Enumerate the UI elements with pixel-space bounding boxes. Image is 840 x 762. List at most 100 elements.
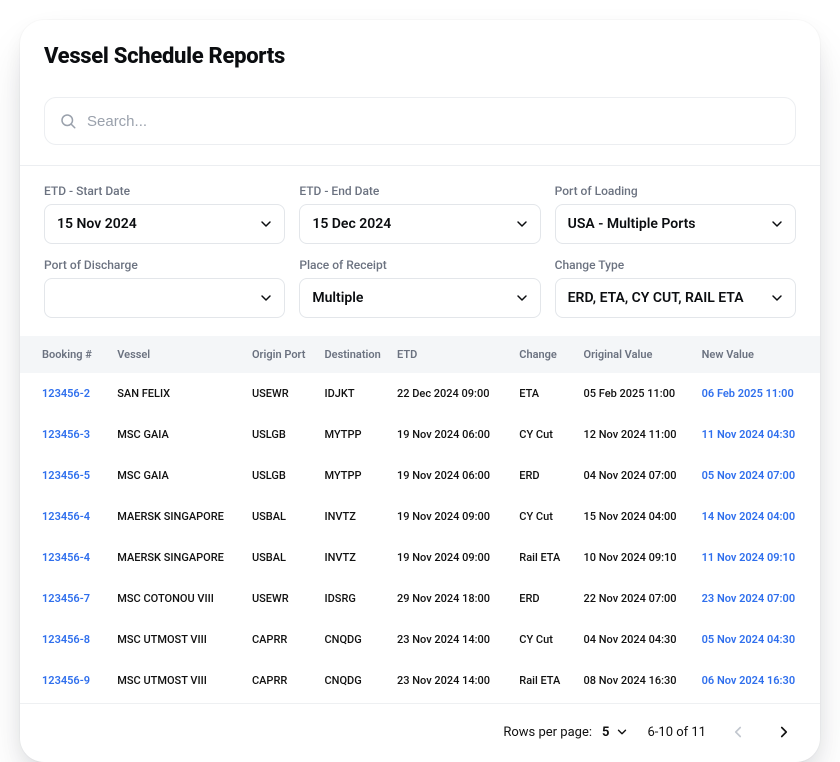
filter-port-loading: Port of Loading USA - Multiple Ports xyxy=(555,184,796,244)
cell-origin: CAPRR xyxy=(248,619,321,660)
etd-start-select[interactable]: 15 Nov 2024 xyxy=(44,204,285,244)
col-new[interactable]: New Value xyxy=(698,336,820,373)
cell-new-value: 05 Nov 2024 07:00 xyxy=(698,455,820,496)
filter-etd-start: ETD - Start Date 15 Nov 2024 xyxy=(44,184,285,244)
booking-link[interactable]: 123456-9 xyxy=(20,660,113,701)
cell-vessel: MSC COTONOU VIII xyxy=(113,578,248,619)
select-value: 15 Dec 2024 xyxy=(312,216,391,232)
col-booking[interactable]: Booking # xyxy=(20,336,113,373)
cell-destination: INVTZ xyxy=(320,537,393,578)
pagination-range: 6-10 of 11 xyxy=(647,725,706,740)
cell-change: ERD xyxy=(515,578,579,619)
col-origin[interactable]: Origin Port xyxy=(248,336,321,373)
cell-origin: USEWR xyxy=(248,373,321,414)
cell-original: 04 Nov 2024 04:30 xyxy=(580,619,698,660)
cell-original: 08 Nov 2024 16:30 xyxy=(580,660,698,701)
cell-vessel: MSC GAIA xyxy=(113,414,248,455)
filters-grid: ETD - Start Date 15 Nov 2024 ETD - End D… xyxy=(44,184,796,318)
cell-original: 12 Nov 2024 11:00 xyxy=(580,414,698,455)
filter-label: ETD - Start Date xyxy=(44,184,285,198)
table-row: 123456-7MSC COTONOU VIIIUSEWRIDSRG29 Nov… xyxy=(20,578,820,619)
rows-per-page-value: 5 xyxy=(602,725,609,740)
cell-new-value: 14 Nov 2024 04:00 xyxy=(698,496,820,537)
cell-vessel: SAN FELIX xyxy=(113,373,248,414)
report-card: Vessel Schedule Reports ETD - Start Date… xyxy=(20,20,820,762)
table-footer: Rows per page: 5 6-10 of 11 xyxy=(20,703,820,746)
cell-origin: USEWR xyxy=(248,578,321,619)
cell-change: ETA xyxy=(515,373,579,414)
cell-origin: USLGB xyxy=(248,414,321,455)
cell-vessel: MSC UTMOST VIII xyxy=(113,619,248,660)
change-type-select[interactable]: ERD, ETA, CY CUT, RAIL ETA xyxy=(555,278,796,318)
cell-original: 10 Nov 2024 09:10 xyxy=(580,537,698,578)
rows-per-page-select[interactable]: 5 xyxy=(602,725,629,740)
booking-link[interactable]: 123456-4 xyxy=(20,496,113,537)
cell-etd: 23 Nov 2024 14:00 xyxy=(393,660,515,701)
cell-original: 05 Feb 2025 11:00 xyxy=(580,373,698,414)
booking-link[interactable]: 123456-2 xyxy=(20,373,113,414)
col-change[interactable]: Change xyxy=(515,336,579,373)
filter-label: Port of Discharge xyxy=(44,258,285,272)
cell-vessel: MSC UTMOST VIII xyxy=(113,660,248,701)
booking-link[interactable]: 123456-8 xyxy=(20,619,113,660)
cell-destination: MYTPP xyxy=(320,414,393,455)
search-input[interactable] xyxy=(87,113,781,130)
table-row: 123456-2SAN FELIXUSEWRIDJKT22 Dec 2024 0… xyxy=(20,373,820,414)
filter-label: Port of Loading xyxy=(555,184,796,198)
table-row: 123456-8MSC UTMOST VIIICAPRRCNQDG23 Nov … xyxy=(20,619,820,660)
booking-link[interactable]: 123456-3 xyxy=(20,414,113,455)
booking-link[interactable]: 123456-4 xyxy=(20,537,113,578)
etd-end-select[interactable]: 15 Dec 2024 xyxy=(299,204,540,244)
booking-link[interactable]: 123456-7 xyxy=(20,578,113,619)
page-title: Vessel Schedule Reports xyxy=(44,44,796,69)
cell-new-value: 05 Nov 2024 04:30 xyxy=(698,619,820,660)
cell-vessel: MSC GAIA xyxy=(113,455,248,496)
col-original[interactable]: Original Value xyxy=(580,336,698,373)
search-icon xyxy=(59,112,77,130)
cell-destination: CNQDG xyxy=(320,619,393,660)
cell-etd: 19 Nov 2024 06:00 xyxy=(393,414,515,455)
divider xyxy=(20,165,820,166)
cell-original: 15 Nov 2024 04:00 xyxy=(580,496,698,537)
cell-destination: INVTZ xyxy=(320,496,393,537)
cell-destination: MYTPP xyxy=(320,455,393,496)
port-loading-select[interactable]: USA - Multiple Ports xyxy=(555,204,796,244)
cell-etd: 19 Nov 2024 09:00 xyxy=(393,537,515,578)
cell-change: Rail ETA xyxy=(515,537,579,578)
cell-vessel: MAERSK SINGAPORE xyxy=(113,537,248,578)
chevron-down-icon xyxy=(615,725,629,739)
cell-new-value: 11 Nov 2024 04:30 xyxy=(698,414,820,455)
chevron-down-icon xyxy=(258,216,274,232)
select-value: USA - Multiple Ports xyxy=(568,216,696,232)
filter-label: ETD - End Date xyxy=(299,184,540,198)
select-value: Multiple xyxy=(312,290,363,306)
rows-per-page-label: Rows per page: xyxy=(503,725,592,740)
cell-destination: CNQDG xyxy=(320,660,393,701)
select-value: 15 Nov 2024 xyxy=(57,216,137,232)
prev-page-button[interactable] xyxy=(724,718,752,746)
cell-origin: USBAL xyxy=(248,496,321,537)
filter-label: Change Type xyxy=(555,258,796,272)
col-vessel[interactable]: Vessel xyxy=(113,336,248,373)
table-header-row: Booking # Vessel Origin Port Destination… xyxy=(20,336,820,373)
chevron-right-icon xyxy=(775,723,793,741)
table-row: 123456-4MAERSK SINGAPOREUSBALINVTZ19 Nov… xyxy=(20,537,820,578)
table-row: 123456-3MSC GAIAUSLGBMYTPP19 Nov 2024 06… xyxy=(20,414,820,455)
cell-change: CY Cut xyxy=(515,619,579,660)
next-page-button[interactable] xyxy=(770,718,798,746)
search-bar[interactable] xyxy=(44,97,796,145)
cell-destination: IDJKT xyxy=(320,373,393,414)
col-destination[interactable]: Destination xyxy=(320,336,393,373)
cell-origin: USLGB xyxy=(248,455,321,496)
table-row: 123456-4MAERSK SINGAPOREUSBALINVTZ19 Nov… xyxy=(20,496,820,537)
chevron-down-icon xyxy=(769,290,785,306)
booking-link[interactable]: 123456-5 xyxy=(20,455,113,496)
cell-original: 04 Nov 2024 07:00 xyxy=(580,455,698,496)
cell-new-value: 06 Feb 2025 11:00 xyxy=(698,373,820,414)
place-receipt-select[interactable]: Multiple xyxy=(299,278,540,318)
table-row: 123456-5MSC GAIAUSLGBMYTPP19 Nov 2024 06… xyxy=(20,455,820,496)
col-etd[interactable]: ETD xyxy=(393,336,515,373)
port-discharge-select[interactable] xyxy=(44,278,285,318)
cell-new-value: 23 Nov 2024 07:00 xyxy=(698,578,820,619)
cell-etd: 29 Nov 2024 18:00 xyxy=(393,578,515,619)
